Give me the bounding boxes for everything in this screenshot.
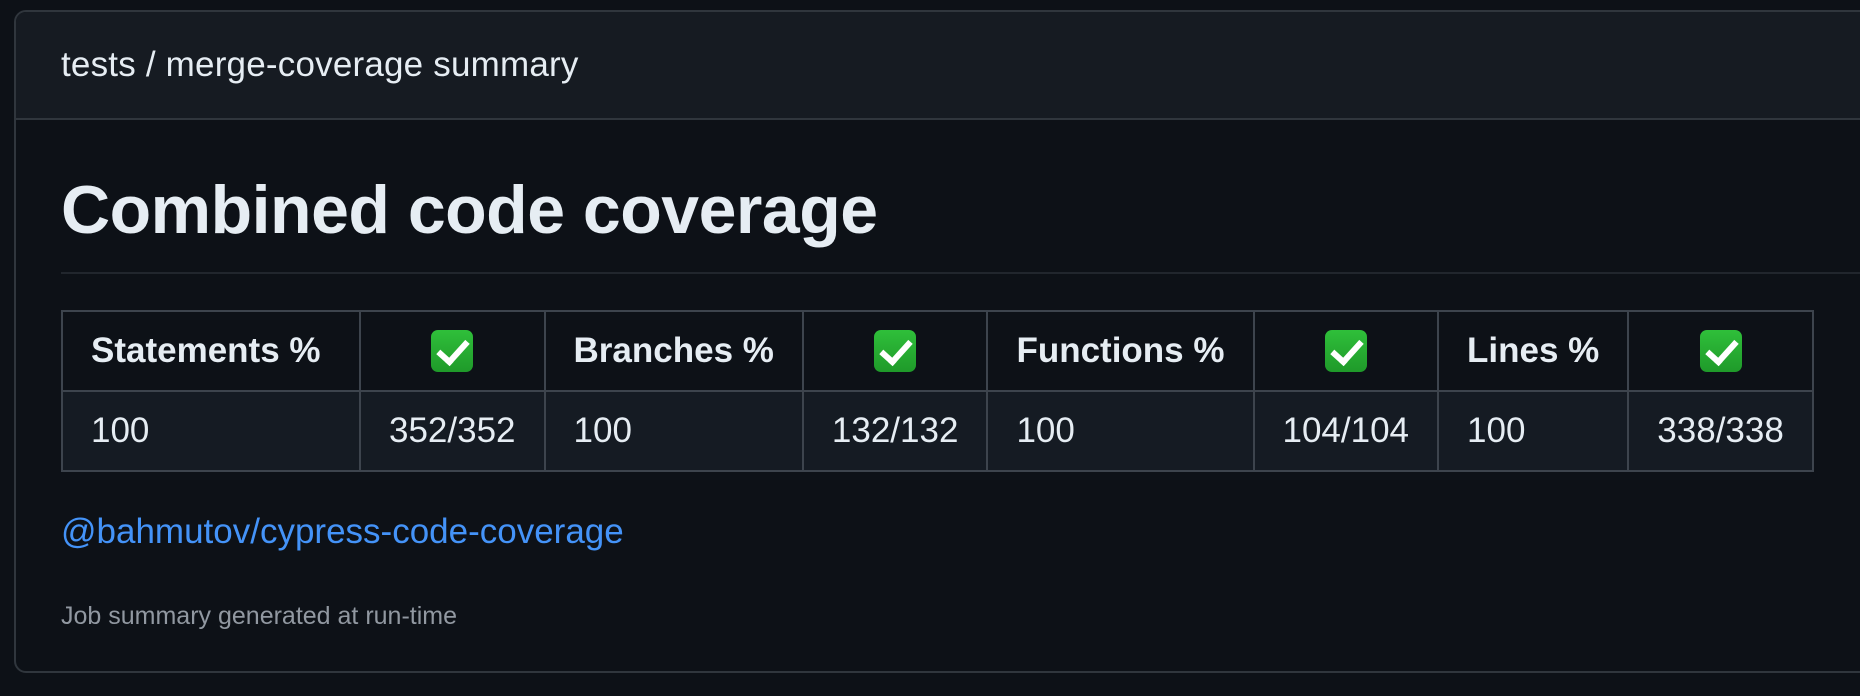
panel-title: tests / merge-coverage summary — [61, 45, 579, 84]
table-row: 100 352/352 100 132/132 100 104/104 100 … — [61, 390, 1814, 472]
header-branches: Branches % — [543, 310, 804, 392]
coverage-table: Statements % Branches % Functions % Line… — [61, 310, 1814, 472]
header-branches-badge — [801, 310, 989, 392]
branches-percent: 100 — [543, 390, 804, 472]
header-functions-badge — [1252, 310, 1440, 392]
check-mark-icon — [874, 330, 917, 373]
heading-divider — [61, 272, 1860, 274]
header-lines-badge — [1627, 310, 1814, 392]
lines-percent: 100 — [1437, 390, 1630, 472]
header-statements: Statements % — [61, 310, 361, 392]
functions-percent: 100 — [986, 390, 1255, 472]
check-mark-icon — [1699, 330, 1742, 373]
check-mark-icon — [1324, 330, 1367, 373]
footer-note: Job summary generated at run-time — [61, 602, 458, 630]
table-header-row: Statements % Branches % Functions % Line… — [61, 310, 1814, 392]
panel-body: Combined code coverage Statements % Bran… — [16, 120, 1860, 631]
statements-covered: 352/352 — [359, 390, 546, 472]
branches-covered: 132/132 — [801, 390, 989, 472]
job-summary-panel: tests / merge-coverage summary Combined … — [14, 10, 1860, 673]
functions-covered: 104/104 — [1252, 390, 1440, 472]
header-functions: Functions % — [986, 310, 1255, 392]
header-statements-badge — [359, 310, 546, 392]
header-lines: Lines % — [1437, 310, 1630, 392]
package-link[interactable]: @bahmutov/cypress-code-coverage — [61, 512, 624, 552]
statements-percent: 100 — [61, 390, 361, 472]
check-mark-icon — [431, 330, 474, 373]
panel-header: tests / merge-coverage summary — [16, 12, 1860, 120]
page-title: Combined code coverage — [61, 172, 878, 248]
lines-covered: 338/338 — [1627, 390, 1814, 472]
